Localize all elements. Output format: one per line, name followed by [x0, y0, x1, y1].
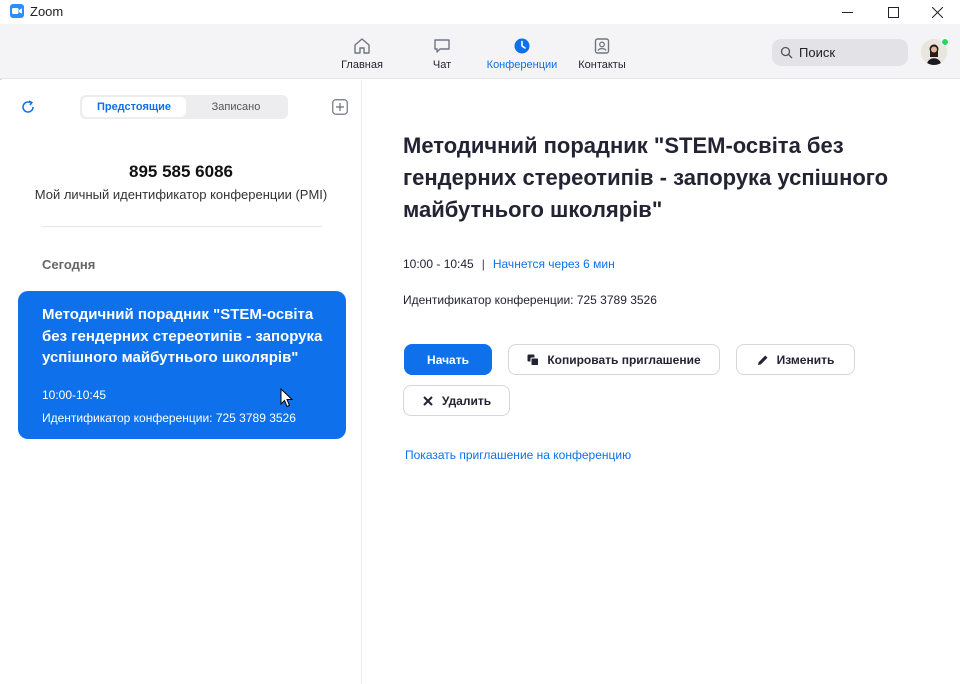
mouse-cursor-icon [280, 388, 294, 408]
nav-home[interactable]: Главная [322, 36, 402, 71]
nav-home-label: Главная [341, 59, 383, 71]
status-indicator [941, 38, 949, 46]
meeting-time: 10:00 - 10:45 [403, 257, 474, 271]
title-bar: Zoom [0, 0, 960, 24]
close-x-icon [423, 395, 433, 406]
nav-meetings[interactable]: Конференции [482, 36, 562, 71]
search-input[interactable] [799, 45, 899, 60]
close-icon[interactable] [914, 0, 960, 24]
meeting-detail-panel: Методичний порадник "STEM-освіта без ген… [363, 80, 960, 684]
search-icon [780, 46, 793, 59]
nav-meetings-label: Конференции [486, 59, 558, 71]
minimize-icon[interactable] [824, 0, 870, 24]
meeting-time-row: 10:00 - 10:45 | Начнется через 6 мин [403, 257, 615, 271]
maximize-icon[interactable] [870, 0, 916, 24]
contacts-icon [594, 38, 610, 54]
start-button-label: Начать [427, 352, 469, 367]
refresh-icon[interactable] [20, 99, 36, 115]
nav-chat-label: Чат [432, 59, 452, 71]
pencil-icon [757, 355, 768, 365]
meeting-card-title: Методичний порадник "STEM-освіта без ген… [42, 306, 323, 366]
delete-button-label: Удалить [441, 393, 492, 408]
meeting-id: Идентификатор конференции: 725 3789 3526 [403, 293, 657, 307]
nav-contacts[interactable]: Контакты [562, 36, 642, 71]
window-title: Zoom [30, 4, 64, 19]
section-today: Сегодня [42, 257, 96, 272]
chat-icon [434, 39, 450, 53]
clock-icon [514, 38, 530, 54]
pmi-label: Мой личный идентификатор конференции (PM… [34, 187, 328, 202]
show-invitation-link[interactable]: Показать приглашение на конференцию [405, 448, 631, 462]
tab-upcoming[interactable]: Предстоящие [82, 97, 186, 117]
copy-invitation-label: Копировать приглашение [547, 352, 701, 367]
meeting-card[interactable]: Методичний порадник "STEM-освіта без ген… [18, 291, 346, 439]
meeting-card-time: 10:00-10:45 [42, 388, 107, 402]
search-box[interactable] [772, 39, 908, 66]
meetings-tabs: Предстоящие Записано [80, 95, 288, 119]
add-meeting-icon[interactable] [332, 99, 348, 115]
nav-chat[interactable]: Чат [402, 36, 482, 71]
edit-button[interactable]: Изменить [736, 344, 855, 375]
start-button[interactable]: Начать [404, 344, 492, 375]
copy-icon [527, 354, 540, 366]
nav-contacts-label: Контакты [578, 59, 626, 71]
home-icon [354, 38, 370, 54]
copy-invitation-button[interactable]: Копировать приглашение [508, 344, 720, 375]
zoom-logo-icon [10, 4, 24, 18]
top-nav: Главная Чат Конференции Контакты [0, 24, 960, 79]
meeting-card-id: Идентификатор конференции: 725 3789 3526 [42, 411, 296, 425]
edit-button-label: Изменить [776, 352, 835, 367]
delete-button[interactable]: Удалить [403, 385, 510, 416]
pmi-number[interactable]: 895 585 6086 [0, 162, 362, 182]
starts-in-status: Начнется через 6 мин [492, 257, 615, 271]
tab-recorded[interactable]: Записано [186, 97, 286, 117]
meetings-list-panel: Предстоящие Записано 895 585 6086 Мой ли… [0, 80, 362, 684]
meeting-title: Методичний порадник "STEM-освіта без ген… [403, 133, 889, 222]
time-separator: | [481, 257, 485, 271]
divider [42, 226, 322, 227]
